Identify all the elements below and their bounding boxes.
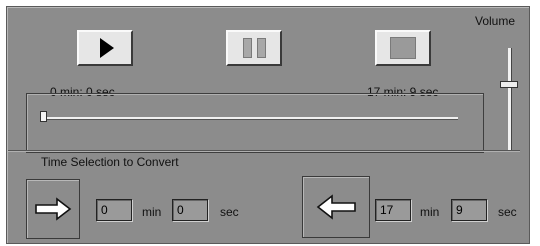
end-min-unit: min (420, 205, 440, 219)
seek-thumb[interactable] (40, 111, 47, 122)
start-sec-unit: sec (220, 205, 239, 219)
end-sec-field[interactable]: 9 (451, 199, 487, 221)
arrow-right-icon (35, 197, 72, 221)
seek-bar-frame (26, 93, 484, 153)
set-end-button[interactable] (302, 176, 370, 238)
section-divider (8, 150, 520, 152)
arrow-left-icon (316, 194, 356, 220)
pause-button[interactable] (226, 30, 282, 66)
start-sec-field[interactable]: 0 (172, 199, 208, 221)
volume-label: Volume (475, 14, 516, 28)
stop-icon (390, 37, 416, 59)
set-start-button[interactable] (26, 179, 80, 239)
seek-track[interactable] (40, 117, 458, 120)
pause-icon (242, 38, 266, 58)
play-icon (100, 38, 114, 58)
volume-slider-thumb[interactable] (500, 81, 518, 89)
start-min-field[interactable]: 0 (96, 199, 132, 221)
time-selection-heading: Time Selection to Convert (41, 155, 179, 169)
stop-button[interactable] (375, 30, 431, 66)
play-button[interactable] (77, 30, 133, 66)
end-sec-unit: sec (498, 205, 517, 219)
end-min-field[interactable]: 17 (375, 199, 411, 221)
volume-slider-track[interactable] (508, 48, 512, 150)
start-min-unit: min (142, 205, 162, 219)
